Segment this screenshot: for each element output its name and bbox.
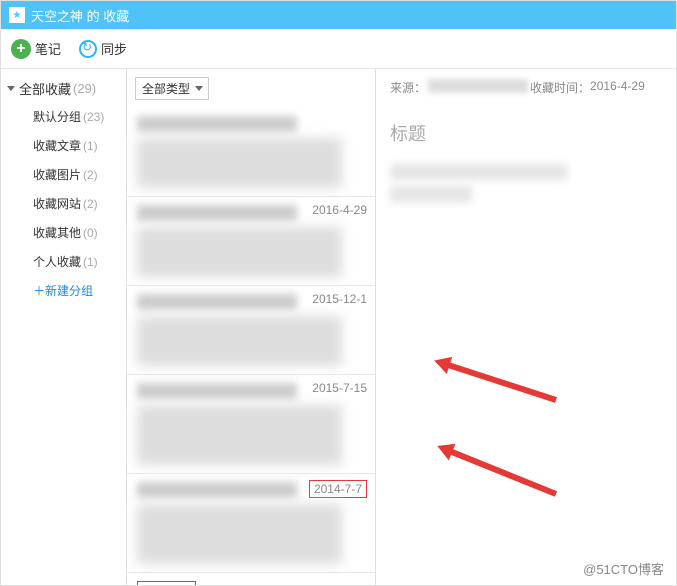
chevron-down-icon [7,86,15,91]
list-item[interactable]: 2016-4-29 [127,197,375,286]
sidebar-header-count: (29) [73,81,96,96]
sidebar-item-default[interactable]: 默认分组(23) [1,102,125,131]
type-filter-select[interactable]: 全部类型 [135,77,209,100]
sidebar: 全部收藏 (29) 默认分组(23) 收藏文章(1) 收藏图片(2) 收藏网站(… [1,69,126,585]
detail-meta: 来源： 收藏时间： 2016-4-29 [390,79,662,96]
time-value: 2016-4-29 [590,79,645,96]
sidebar-item-websites[interactable]: 收藏网站(2) [1,189,125,218]
window-title: 天空之神 的 收藏 [31,6,129,25]
bookmark-icon: ★ [9,7,25,23]
item-date: 2014-7-7 [309,480,367,498]
filter-row: 全部类型 [127,69,375,108]
note-button[interactable]: + 笔记 [11,39,61,59]
title-bar: ★ 天空之神 的 收藏 [1,1,676,29]
item-date: 2015-12-1 [312,292,367,306]
sidebar-header-label: 全部收藏 [19,79,71,98]
new-group-button[interactable]: ＋新建分组 [1,276,125,305]
item-date: 2015-7-15 [312,381,367,395]
list-item-qq[interactable]: 2013-12-12 QQ团队 ★ 欢迎使用我的收藏 QQ [127,573,375,585]
plus-icon: + [11,39,31,59]
list-panel: 全部类型 2016-4-29 2015-12-1 2015-7-15 2014-… [126,69,376,585]
sidebar-item-images[interactable]: 收藏图片(2) [1,160,125,189]
detail-body [390,164,662,202]
source-label: 来源： [390,79,426,96]
list-item[interactable]: 2014-7-7 [127,474,375,573]
item-date: 2016-4-29 [312,203,367,217]
source-value [428,79,528,93]
watermark: @51CTO博客 [579,558,668,579]
item-date: 2013-12-12 [137,581,196,585]
sync-label: 同步 [101,39,127,58]
qq-penguin-icon [196,581,222,585]
sidebar-header[interactable]: 全部收藏 (29) [1,75,125,102]
sidebar-item-personal[interactable]: 个人收藏(1) [1,247,125,276]
list-item[interactable]: 2015-7-15 [127,375,375,474]
list-items[interactable]: 2016-4-29 2015-12-1 2015-7-15 2014-7-7 2… [127,108,375,585]
detail-panel: 来源： 收藏时间： 2016-4-29 标题 [376,69,676,585]
sidebar-item-other[interactable]: 收藏其他(0) [1,218,125,247]
time-label: 收藏时间： [530,79,590,96]
sync-button[interactable]: 同步 [79,39,127,58]
toolbar: + 笔记 同步 [1,29,676,69]
list-item[interactable]: 2015-12-1 [127,286,375,375]
sync-icon [79,40,97,58]
detail-title-placeholder[interactable]: 标题 [390,120,662,146]
note-label: 笔记 [35,39,61,58]
list-item[interactable] [127,108,375,197]
sidebar-item-articles[interactable]: 收藏文章(1) [1,131,125,160]
